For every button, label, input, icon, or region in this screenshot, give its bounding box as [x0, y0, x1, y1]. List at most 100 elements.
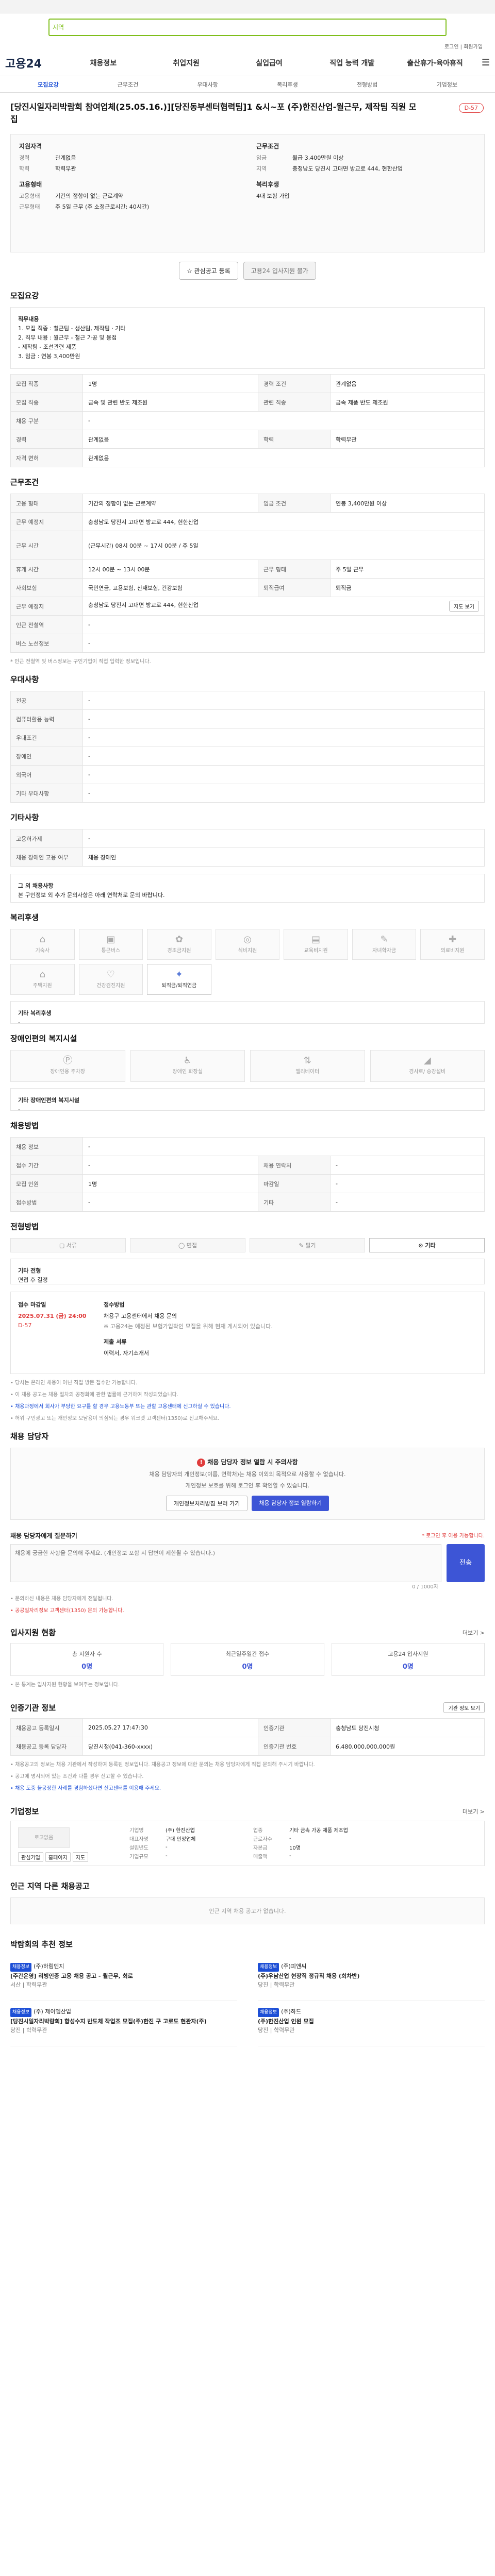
company-map-button[interactable]: 지도: [72, 1852, 89, 1862]
label: 고용형태: [19, 193, 40, 199]
cell-key: 인근 전철역: [10, 615, 83, 634]
welfare-label: 건강검진지원: [96, 983, 125, 989]
homepage-button[interactable]: 홈페이지: [45, 1852, 71, 1862]
search-input[interactable]: 지역: [48, 19, 447, 36]
welfare-item: ▤ 교육비지원: [284, 929, 348, 960]
cell-key: 퇴직급여: [258, 578, 331, 597]
cell-value: (근무시간) 08시 00분 ~ 17시 00분 / 주 5일: [82, 531, 485, 560]
related-item[interactable]: 채용정보 (주)하드 (주)한진산업 인원 모집 당진 | 학력무관: [258, 2001, 485, 2046]
search-region-label[interactable]: 지역: [53, 23, 64, 31]
cell-value: -: [82, 747, 485, 766]
stat-label: 최근일주일간 접수: [225, 1651, 270, 1657]
cell-value: 12시 00분 ~ 13시 00분: [82, 560, 258, 579]
deadline-note: • 당사는 온라인 채용이 아닌 직접 방문 접수만 가능합니다.: [10, 1380, 138, 1386]
section-title-contact: 채용 담당자: [10, 1432, 49, 1441]
parking-icon: Ⓟ: [63, 1055, 73, 1066]
related-item[interactable]: 채용정보 (주)피앤씨 (주)우남산업 현장직 정규직 채용 (회차반) 당진 |…: [258, 1956, 485, 2001]
office-note: • 공고에 명시되어 있는 조건과 다를 경우 신고할 수 있습니다.: [10, 1774, 144, 1780]
apply-table: 채용 정보 - 접수 기간 - 채용 연락처 - 모집 인원 1명 마감일 - 접수방법 - 기타…: [10, 1137, 485, 1212]
process-steps: ▢ 서류 ◯ 면접 ✎ 필기 ⊙ 기타: [10, 1238, 485, 1252]
tab-process[interactable]: 전형방법: [327, 80, 407, 89]
tab-welfare[interactable]: 복리후생: [248, 80, 327, 89]
location-text: 충청남도 당진시 고대면 방교로 444, 현한산업: [88, 602, 199, 608]
table-row: 컴퓨터활용 능력 -: [10, 709, 485, 728]
deadline-box: 접수 마감일 2025.07.31 (금) 24:00 D-57 접수방법 채용…: [10, 1292, 485, 1374]
nav-item-benefit[interactable]: 실업급여: [228, 58, 311, 68]
nav-item-leave[interactable]: 출산휴가·육아휴직: [393, 58, 476, 68]
disability-label: 장애인 화장실: [172, 1069, 203, 1075]
disability-label: 장애인용 주차장: [50, 1069, 86, 1075]
cell-key: 경력: [10, 430, 83, 449]
inquiry-textarea[interactable]: [10, 1544, 441, 1582]
nav-item-jobs[interactable]: 채용정보: [62, 58, 145, 68]
welfare-label: 식비지원: [238, 948, 257, 954]
deadline-right: 접수방법 채용구 고용센터에서 채용 문의 ※ 고용24는 예정된 보험가입확인…: [104, 1300, 475, 1357]
section-title-welfare: 복리후생: [10, 913, 39, 922]
tab-preference[interactable]: 우대사항: [168, 80, 248, 89]
apply-disabled-button[interactable]: 고용24 입사지원 불가: [243, 262, 316, 280]
table-row: 기타 우대사항 -: [10, 784, 485, 803]
cell-key: 근무 예정지: [10, 512, 83, 531]
map-button[interactable]: 지도 보기: [449, 601, 479, 612]
table-row: 장애인 -: [10, 747, 485, 766]
cell-value: -: [82, 829, 485, 848]
posting-header: [당진시일자리박람회 참여업체(25.05.16.)][당진동부센터협력팀]1 …: [10, 93, 485, 130]
tab-conditions[interactable]: 근무조건: [88, 80, 168, 89]
table-row: 근무 예정지 충청남도 당진시 고대면 방교로 444, 현한산업: [10, 512, 485, 531]
cell-value: 관계없음: [82, 430, 258, 449]
cell-key: 전공: [10, 691, 83, 710]
view-contact-button[interactable]: 채용 담당자 정보 열람하기: [252, 1496, 329, 1511]
nav-item-training[interactable]: 직업 능력 개발: [310, 58, 393, 68]
send-button[interactable]: 전송: [447, 1544, 485, 1582]
warning-icon: !: [197, 1459, 206, 1467]
favorite-company-button[interactable]: 관심기업: [18, 1852, 43, 1862]
stats-more-link[interactable]: 더보기 >: [463, 1629, 485, 1637]
welfare-other-value: -: [18, 1019, 20, 1026]
cell-key: 모집 직종: [10, 374, 83, 393]
cell-value: 학력무관: [330, 430, 485, 449]
cell-key: 기타 우대사항: [10, 784, 83, 803]
bus-icon: ▣: [106, 934, 116, 945]
scrap-button[interactable]: ☆ 관심공고 등록: [179, 262, 238, 280]
cell-key: 고용허가제: [10, 829, 83, 848]
welfare-item: ♡ 건강검진지원: [78, 964, 143, 995]
cell-key: 채용 정보: [10, 1137, 83, 1156]
page-footer-space: [10, 2046, 485, 2134]
stat-label: 고용24 입사지원: [388, 1651, 428, 1657]
dday-badge: D-57: [458, 103, 484, 113]
house-icon: ⌂: [39, 934, 45, 945]
section-title-conditions: 근무조건: [10, 478, 39, 487]
meal-icon: ◎: [243, 934, 252, 945]
table-row: 고용 형태 기간의 정함이 없는 근로계약 임금 조건 연봉 3,400만원 이상: [10, 494, 485, 513]
table-row: 인근 전철역 -: [10, 615, 485, 634]
welfare-item: ✎ 자녀학자금: [352, 929, 417, 960]
related-item[interactable]: 채용정보 (주) 제이엠산업 [당진시일자리박람회] 합성수지 반도체 작업조 모…: [10, 2001, 237, 2046]
util-links[interactable]: 로그인 | 회원가입: [0, 42, 495, 50]
cell-value: -: [82, 709, 485, 728]
menu-icon[interactable]: ☰: [476, 57, 495, 68]
cell-key: 인증기관 번호: [258, 1737, 331, 1756]
welfare-item: ✚ 의료비지원: [420, 929, 485, 960]
label: 경력: [19, 155, 30, 161]
posting-title: [당진시일자리박람회 참여업체(25.05.16.)][당진동부센터협력팀]1 …: [10, 102, 417, 124]
cell-key: 기업명: [129, 1828, 144, 1834]
tab-recruit[interactable]: 모집요강: [8, 80, 88, 89]
nav-item-support[interactable]: 취업지원: [145, 58, 228, 68]
inquiry-note: • 공공일자리정보 고객센터(1350) 문의 가능합니다.: [10, 1608, 124, 1614]
method-note: ※ 고용24는 예정된 보험가입확인 모집을 위해 현재 게시되어 있습니다.: [104, 1323, 273, 1330]
related-company: (주)피앤씨: [281, 1963, 307, 1970]
privacy-policy-button[interactable]: 개인정보처리방침 보러 가기: [166, 1496, 248, 1511]
home-icon: ⌂: [39, 969, 45, 980]
tab-company[interactable]: 기업정보: [407, 80, 487, 89]
related-item[interactable]: 채용정보 (주)하림엔지 [주간운영] 리빙인증 고용 채용 공고 - 월근무, …: [10, 1956, 237, 2001]
stats-note: • 본 통계는 입사지원 현황을 보여주는 정보입니다.: [10, 1682, 120, 1688]
group-title: 복리후생: [256, 181, 279, 188]
site-logo[interactable]: 고용24: [5, 55, 62, 71]
process-step: ▢ 서류: [10, 1238, 126, 1252]
duty-line: 2. 직무 내용 : 월근무 - 철근 가공 및 용접: [18, 334, 117, 341]
label: 임금: [256, 155, 267, 161]
office-info-button[interactable]: 기관 정보 보기: [443, 1702, 485, 1713]
process-step: ◯ 면접: [130, 1238, 245, 1252]
company-actions: 관심기업 홈페이지 지도: [18, 1852, 89, 1862]
company-more-link[interactable]: 더보기 >: [463, 1807, 485, 1816]
